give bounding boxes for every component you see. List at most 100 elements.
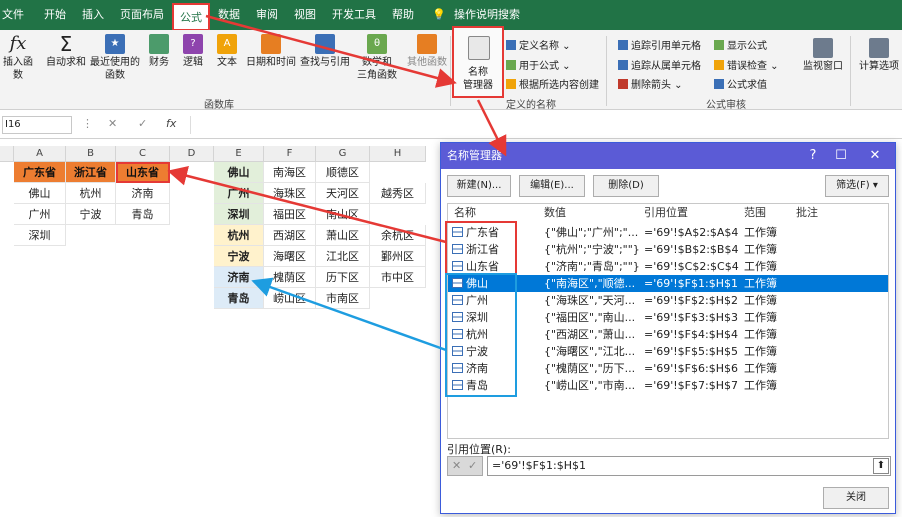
define-name-button[interactable]: 定义名称 ⌄ — [506, 37, 571, 52]
column-header[interactable]: E — [214, 146, 264, 162]
more-functions-button[interactable]: 其他函数 — [404, 34, 450, 69]
column-header[interactable]: G — [316, 146, 370, 162]
district-cell[interactable]: 西湖区 — [264, 225, 316, 246]
district-cell[interactable]: 海曙区 — [264, 246, 316, 267]
recently-used-button[interactable]: ★ 最近使用的 函数 — [88, 34, 142, 82]
maximize-icon[interactable]: ☐ — [827, 143, 855, 169]
menu-page-layout[interactable]: 页面布局 — [120, 0, 164, 30]
district-cell[interactable]: 鄞州区 — [370, 246, 426, 267]
district-cell[interactable]: 海珠区 — [264, 183, 316, 204]
district-cell[interactable]: 南山区 — [316, 204, 370, 225]
city-cell[interactable]: 深圳 — [214, 204, 264, 225]
table-cell[interactable]: 广州 — [14, 204, 66, 225]
name-manager-button[interactable]: 名称 管理器 — [452, 26, 504, 98]
menu-developer[interactable]: 开发工具 — [332, 0, 376, 30]
confirm-icon[interactable]: ✓ — [468, 459, 477, 472]
datetime-button[interactable]: 日期和时间 — [244, 34, 298, 69]
district-cell[interactable]: 市中区 — [370, 267, 426, 288]
logical-button[interactable]: ? 逻辑 — [178, 34, 208, 69]
corner-header[interactable] — [0, 146, 14, 162]
column-header[interactable]: 数值 — [544, 204, 566, 222]
table-cell[interactable]: 青岛 — [116, 204, 170, 225]
fx-icon[interactable]: fx — [166, 117, 176, 130]
table-cell[interactable]: 深圳 — [14, 225, 66, 246]
evaluate-formula-button[interactable]: 公式求值 — [714, 76, 767, 91]
magnifier-book-icon — [315, 34, 335, 54]
menu-insert[interactable]: 插入 — [82, 0, 104, 30]
table-header-cell[interactable]: 山东省 — [116, 162, 170, 183]
column-header[interactable]: 名称 — [454, 204, 476, 222]
autosum-button[interactable]: Σ 自动求和 — [44, 34, 88, 69]
menu-data[interactable]: 数据 — [218, 0, 240, 30]
district-cell[interactable]: 江北区 — [316, 246, 370, 267]
help-icon[interactable]: ? — [799, 143, 827, 169]
collapse-icon[interactable]: ⬆ — [873, 458, 889, 474]
district-cell[interactable]: 余杭区 — [370, 225, 426, 246]
column-header[interactable]: D — [170, 146, 214, 162]
remove-arrows-button[interactable]: 删除箭头 ⌄ — [618, 76, 683, 91]
close-icon[interactable]: ✕ — [861, 143, 889, 169]
formula-input[interactable] — [190, 116, 440, 134]
district-cell[interactable]: 南海区 — [264, 162, 316, 183]
district-cell[interactable]: 顺德区 — [316, 162, 370, 183]
table-cell[interactable]: 佛山 — [14, 183, 66, 204]
trace-precedents-button[interactable]: 追踪引用单元格 — [618, 37, 701, 52]
column-header[interactable]: 批注 — [796, 204, 818, 222]
menu-home[interactable]: 开始 — [44, 0, 66, 30]
show-formulas-button[interactable]: 显示公式 — [714, 37, 767, 52]
cancel-icon[interactable]: ✕ — [108, 117, 117, 130]
city-cell[interactable]: 杭州 — [214, 225, 264, 246]
district-cell[interactable]: 福田区 — [264, 204, 316, 225]
city-cell[interactable]: 广州 — [214, 183, 264, 204]
column-header[interactable]: A — [14, 146, 66, 162]
filter-button[interactable]: 筛选(F) ▾ — [825, 175, 889, 197]
table-header-cell[interactable]: 广东省 — [14, 162, 66, 183]
table-cell[interactable]: 杭州 — [66, 183, 116, 204]
insert-function-button[interactable]: 𝑓x 插入函数 — [0, 34, 36, 82]
district-cell[interactable]: 越秀区 — [370, 183, 426, 204]
city-cell[interactable]: 济南 — [214, 267, 264, 288]
table-cell[interactable]: 济南 — [116, 183, 170, 204]
enter-icon[interactable]: ✓ — [138, 117, 147, 130]
column-header[interactable]: C — [116, 146, 170, 162]
math-trig-button[interactable]: θ 数学和 三角函数 — [354, 34, 400, 82]
city-cell[interactable]: 佛山 — [214, 162, 264, 183]
use-in-formula-button[interactable]: 用于公式 ⌄ — [506, 57, 571, 72]
calculation-options-button[interactable]: 计算选项 — [856, 38, 902, 73]
edit-name-button[interactable]: 编辑(E)... — [519, 175, 585, 197]
district-cell[interactable]: 历下区 — [316, 267, 370, 288]
column-header[interactable]: 引用位置 — [644, 204, 688, 222]
menu-file[interactable]: 文件 — [2, 0, 24, 30]
trace-dependents-button[interactable]: 追踪从属单元格 — [618, 57, 701, 72]
cancel-confirm-icons[interactable]: ✕ ✓ — [447, 456, 483, 476]
name-box[interactable]: I16 — [2, 116, 72, 134]
text-button[interactable]: A 文本 — [212, 34, 242, 69]
district-cell[interactable]: 市南区 — [316, 288, 370, 309]
menu-formulas[interactable]: 公式 — [172, 3, 210, 31]
financial-button[interactable]: 财务 — [144, 34, 174, 69]
table-cell[interactable]: 宁波 — [66, 204, 116, 225]
column-header[interactable]: 范围 — [744, 204, 766, 222]
menu-view[interactable]: 视图 — [294, 0, 316, 30]
create-from-selection-button[interactable]: 根据所选内容创建 — [506, 76, 599, 91]
close-button[interactable]: 关闭 — [823, 487, 889, 509]
column-header[interactable]: H — [370, 146, 426, 162]
lookup-reference-button[interactable]: 查找与引用 — [298, 34, 352, 69]
menu-review[interactable]: 审阅 — [256, 0, 278, 30]
table-header-cell[interactable]: 浙江省 — [66, 162, 116, 183]
city-cell[interactable]: 宁波 — [214, 246, 264, 267]
menu-help[interactable]: 帮助 — [392, 0, 414, 30]
new-name-button[interactable]: 新建(N)... — [447, 175, 511, 197]
error-checking-button[interactable]: 错误检查 ⌄ — [714, 57, 779, 72]
district-cell[interactable]: 槐荫区 — [264, 267, 316, 288]
district-cell[interactable]: 萧山区 — [316, 225, 370, 246]
delete-name-button[interactable]: 删除(D) — [593, 175, 659, 197]
district-cell[interactable]: 天河区 — [316, 183, 370, 204]
district-cell[interactable]: 崂山区 — [264, 288, 316, 309]
column-header[interactable]: F — [264, 146, 316, 162]
watch-window-button[interactable]: 监视窗口 — [800, 38, 846, 73]
city-cell[interactable]: 青岛 — [214, 288, 264, 309]
refers-to-input[interactable]: ='69'!$F$1:$H$1 — [487, 456, 891, 476]
cancel-icon[interactable]: ✕ — [452, 459, 461, 472]
column-header[interactable]: B — [66, 146, 116, 162]
